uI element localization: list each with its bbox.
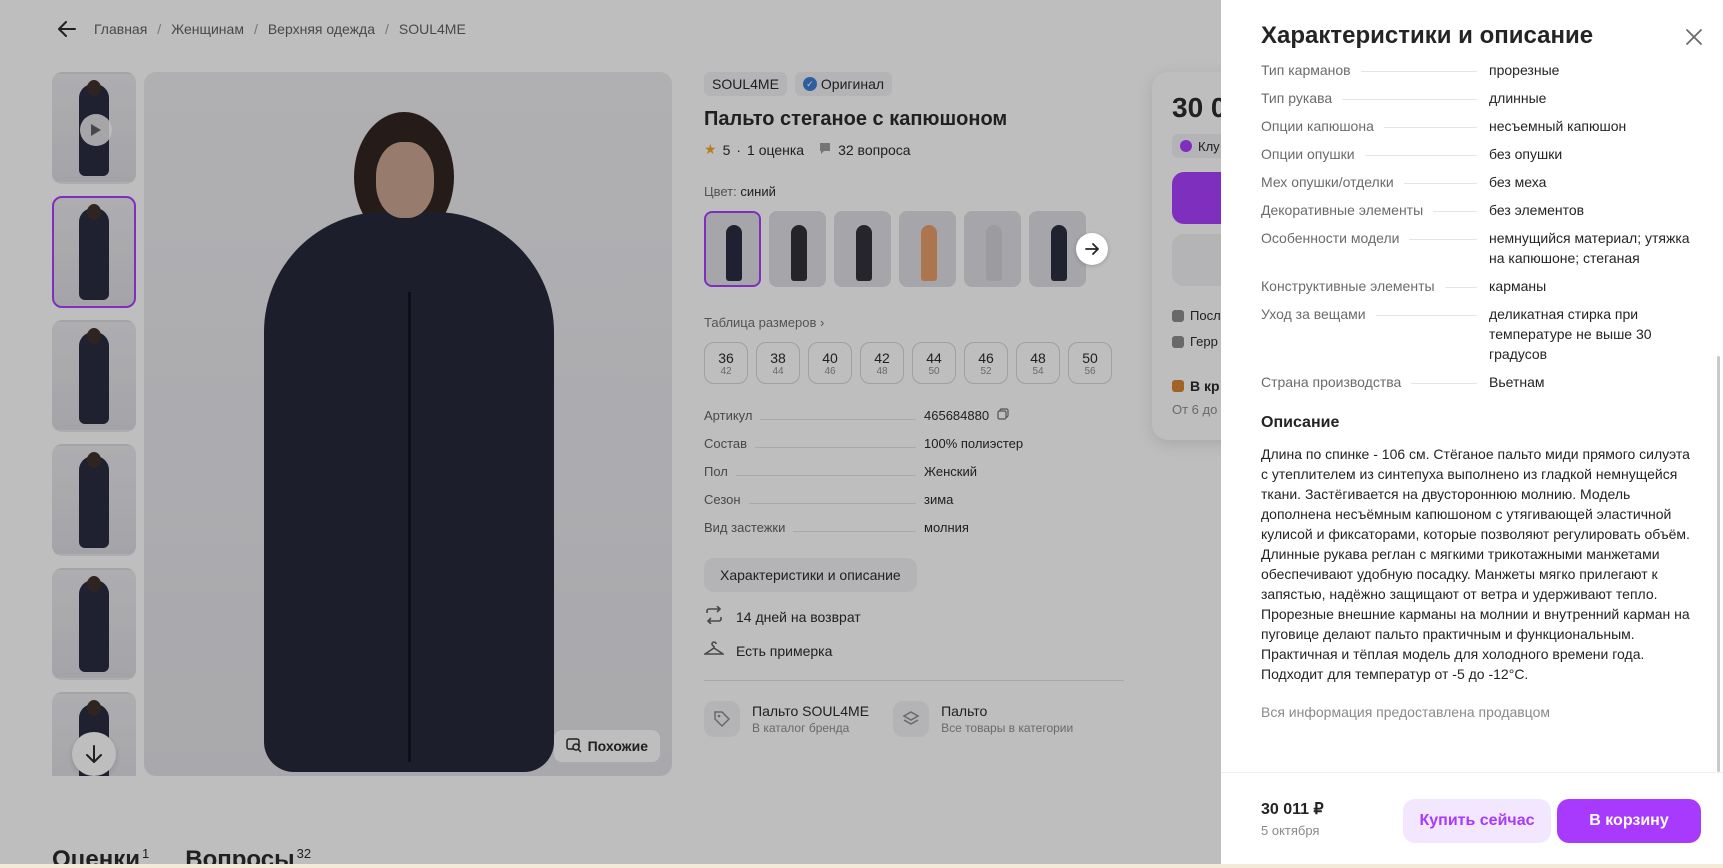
characteristic-key-text: Декоративные элементы <box>1261 202 1424 218</box>
characteristic-row: Тип карманов прорезные <box>1261 64 1697 80</box>
characteristic-key: Опции опушки <box>1261 144 1489 164</box>
characteristic-value: длинные <box>1489 90 1547 106</box>
buy-now-button[interactable]: Купить сейчас <box>1403 799 1551 843</box>
characteristic-row: Страна производства Вьетнам <box>1261 372 1697 392</box>
drawer-scrollbar[interactable] <box>1717 356 1720 772</box>
characteristic-key-text: Тип карманов <box>1261 64 1351 78</box>
add-to-cart-button[interactable]: В корзину <box>1557 799 1701 843</box>
characteristic-key: Уход за вещами <box>1261 304 1489 364</box>
characteristic-value: деликатная стирка при температуре не выш… <box>1489 306 1652 362</box>
characteristic-key-text: Опции опушки <box>1261 146 1355 162</box>
characteristic-row: Декоративные элементы без элементов <box>1261 200 1697 220</box>
characteristic-row: Опции капюшона несъемный капюшон <box>1261 116 1697 136</box>
drawer-footer: 30 011 ₽ 5 октября Купить сейчас В корзи… <box>1221 772 1723 868</box>
characteristic-row: Мех опушки/отделки без меха <box>1261 172 1697 192</box>
characteristic-key: Конструктивные элементы <box>1261 276 1489 296</box>
drawer-scroll-area[interactable]: Тип карманов прорезные Тип рукава длинные … <box>1221 64 1723 772</box>
characteristic-key: Особенности модели <box>1261 228 1489 268</box>
characteristic-key-text: Мех опушки/отделки <box>1261 174 1394 190</box>
characteristic-row: Опции опушки без опушки <box>1261 144 1697 164</box>
characteristic-key-text: Опции капюшона <box>1261 118 1374 134</box>
characteristic-value: прорезные <box>1489 64 1560 78</box>
description-text: Длина по спинке - 106 см. Стёганое пальт… <box>1261 446 1690 682</box>
footer-price: 30 011 ₽ <box>1261 801 1324 818</box>
characteristic-key: Опции капюшона <box>1261 116 1489 136</box>
characteristic-value: несъемный капюшон <box>1489 118 1627 134</box>
characteristic-key: Тип карманов <box>1261 64 1489 80</box>
characteristic-key: Тип рукава <box>1261 88 1489 108</box>
characteristic-key-text: Особенности модели <box>1261 230 1400 246</box>
drawer-title: Характеристики и описание <box>1261 22 1594 49</box>
swatches-next-button[interactable] <box>1076 233 1108 265</box>
bottom-strip <box>0 864 1723 868</box>
characteristic-value: Вьетнам <box>1489 374 1545 390</box>
characteristics-drawer: Характеристики и описание Тип карманов пр… <box>1221 0 1723 868</box>
characteristic-row: Уход за вещами деликатная стирка при темп… <box>1261 304 1697 364</box>
characteristic-key: Декоративные элементы <box>1261 200 1489 220</box>
seller-disclaimer: Вся информация предоставлена продавцом <box>1261 704 1551 720</box>
characteristic-value: без меха <box>1489 174 1547 190</box>
characteristic-value: карманы <box>1489 278 1547 294</box>
characteristic-row: Тип рукава длинные <box>1261 88 1697 108</box>
characteristic-key: Страна производства <box>1261 372 1489 392</box>
characteristic-key: Мех опушки/отделки <box>1261 172 1489 192</box>
characteristic-key-text: Уход за вещами <box>1261 306 1366 322</box>
characteristic-row: Особенности модели немнущийся материал; у… <box>1261 228 1697 268</box>
characteristic-key-text: Конструктивные элементы <box>1261 278 1435 294</box>
close-icon[interactable] <box>1683 26 1705 48</box>
characteristic-value: без опушки <box>1489 146 1563 162</box>
characteristic-row: Конструктивные элементы карманы <box>1261 276 1697 296</box>
footer-delivery-date: 5 октября <box>1261 823 1320 838</box>
characteristic-key-text: Страна производства <box>1261 374 1402 390</box>
characteristic-value: без элементов <box>1489 202 1585 218</box>
description-heading: Описание <box>1261 414 1340 431</box>
characteristic-key-text: Тип рукава <box>1261 90 1333 106</box>
characteristic-value: немнущийся материал; утяжка на капюшоне;… <box>1489 230 1690 266</box>
